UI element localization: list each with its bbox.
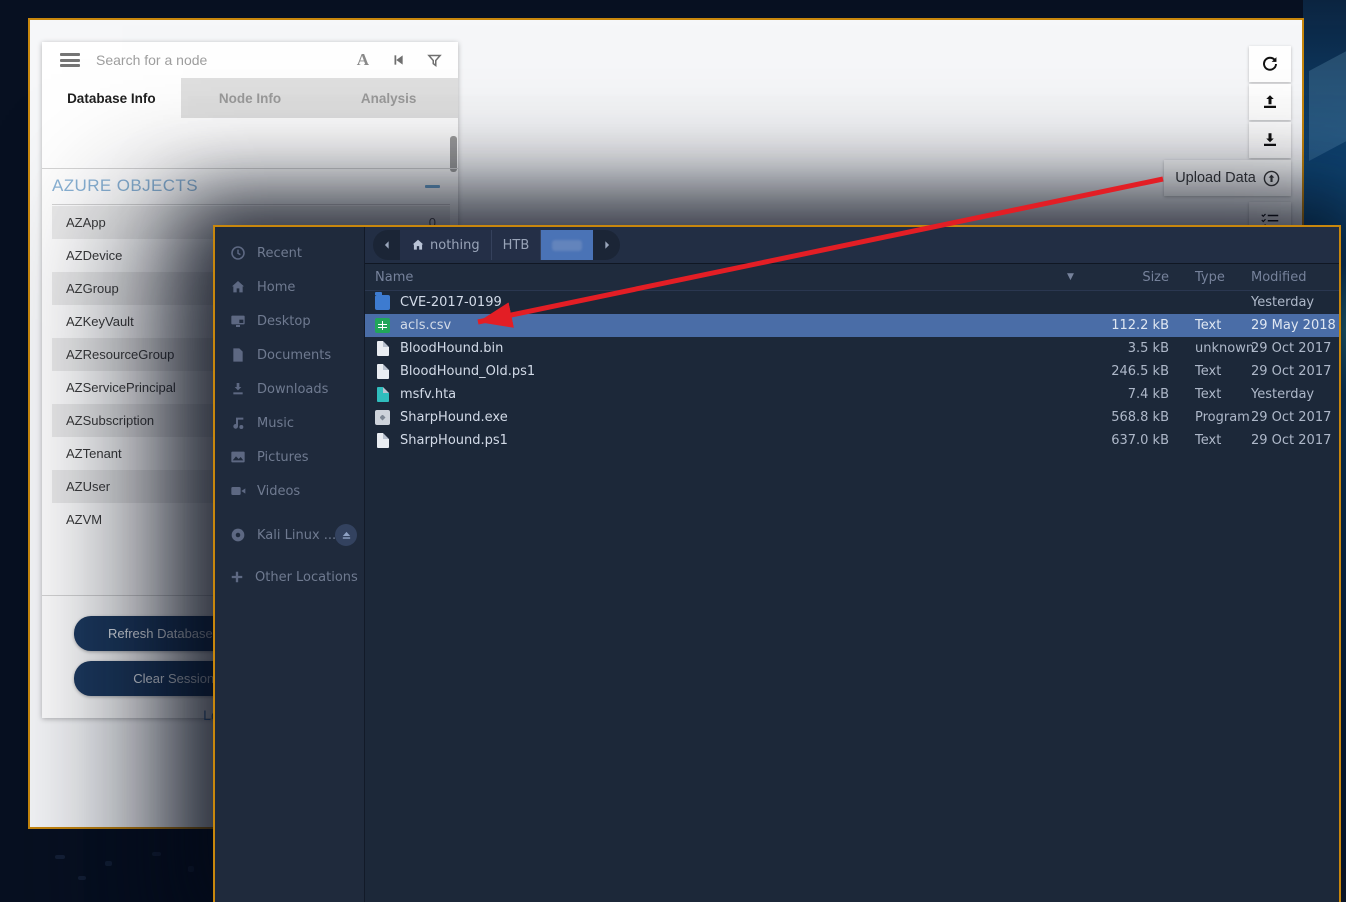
upload-data-button[interactable]: Upload Data — [1164, 160, 1291, 196]
sidebar-item-kali-linux-volume[interactable]: Kali Linux ... — [215, 518, 364, 552]
file-row-cve-2017-0199[interactable]: CVE-2017-0199 Yesterday — [365, 291, 1339, 314]
breadcrumb-current-folder[interactable] — [541, 230, 593, 260]
recent-icon — [230, 245, 246, 261]
folder-icon — [375, 295, 390, 310]
sidebar-item-documents[interactable]: Documents — [215, 338, 364, 372]
file-icon — [377, 341, 389, 356]
sidebar-item-home[interactable]: Home — [215, 270, 364, 304]
eject-button[interactable] — [335, 524, 357, 546]
download-button[interactable] — [1249, 122, 1291, 158]
file-icon — [377, 364, 389, 379]
chevron-right-icon — [602, 240, 612, 250]
desktop-mark — [152, 852, 161, 856]
sidebar-item-music[interactable]: Music — [215, 406, 364, 440]
file-row-bloodhound-bin[interactable]: BloodHound.bin 3.5 kB unknown 29 Oct 201… — [365, 337, 1339, 360]
downloads-icon — [230, 381, 246, 397]
sidebar-item-downloads[interactable]: Downloads — [215, 372, 364, 406]
download-icon — [1261, 131, 1279, 149]
plus-icon — [230, 570, 244, 584]
desktop-icon — [230, 313, 246, 329]
sidebar-item-recent[interactable]: Recent — [215, 236, 364, 270]
file-row-sharphound-ps1[interactable]: SharpHound.ps1 637.0 kB Text 29 Oct 2017 — [365, 429, 1339, 452]
file-list: CVE-2017-0199 Yesterday acls.csv 112.2 k… — [365, 291, 1339, 902]
upload-icon — [1261, 93, 1279, 111]
documents-icon — [230, 347, 246, 363]
filter-icon[interactable] — [427, 53, 442, 68]
tab-database-info[interactable]: Database Info — [42, 78, 181, 118]
redacted-folder-name — [552, 240, 582, 251]
videos-icon — [230, 483, 246, 499]
sidebar-item-desktop[interactable]: Desktop — [215, 304, 364, 338]
file-icon — [377, 387, 389, 402]
wallpaper-shape — [1309, 39, 1346, 161]
search-input[interactable] — [94, 51, 294, 69]
sort-descending-icon[interactable]: ▼ — [1067, 272, 1095, 282]
menu-icon[interactable] — [60, 53, 80, 67]
music-icon — [230, 415, 246, 431]
executable-icon — [375, 410, 390, 425]
sidebar-item-pictures[interactable]: Pictures — [215, 440, 364, 474]
search-bar: A — [42, 42, 458, 78]
eject-icon — [341, 530, 352, 541]
file-list-header: Name ▼ Size Type Modified — [365, 264, 1339, 291]
sidebar-item-videos[interactable]: Videos — [215, 474, 364, 508]
home-icon — [411, 238, 425, 252]
panel-scrollbar[interactable] — [450, 136, 457, 172]
tab-analysis[interactable]: Analysis — [319, 78, 458, 118]
divider — [52, 204, 450, 205]
divider — [42, 168, 458, 169]
file-row-acls-csv[interactable]: acls.csv 112.2 kB Text 29 May 2018 — [365, 314, 1339, 337]
desktop-mark — [55, 855, 65, 859]
dialog-path-bar: nothing HTB — [365, 227, 1339, 264]
collapse-icon[interactable] — [425, 185, 440, 188]
breadcrumb: nothing HTB — [373, 230, 620, 260]
azure-objects-title: AZURE OBJECTS — [52, 176, 198, 196]
disc-icon — [230, 527, 246, 543]
tab-bar: Database Info Node Info Analysis — [42, 78, 458, 118]
file-row-sharphound-exe[interactable]: SharpHound.exe 568.8 kB Program 29 Oct 2… — [365, 406, 1339, 429]
column-header-type[interactable]: Type — [1169, 270, 1239, 285]
desktop-mark — [78, 876, 86, 880]
refresh-button[interactable] — [1249, 46, 1291, 82]
column-header-modified[interactable]: Modified — [1239, 270, 1339, 285]
file-icon — [377, 433, 389, 448]
pathfinding-icon[interactable]: A — [357, 50, 369, 70]
dialog-sidebar: Recent Home Desktop Documents Downloads … — [215, 227, 365, 902]
desktop-mark — [188, 866, 194, 872]
file-chooser-dialog: Recent Home Desktop Documents Downloads … — [213, 225, 1341, 902]
sidebar-item-other-locations[interactable]: Other Locations — [215, 560, 364, 594]
breadcrumb-htb[interactable]: HTB — [492, 230, 542, 260]
column-header-size[interactable]: Size — [1095, 270, 1169, 285]
refresh-icon — [1261, 55, 1279, 73]
breadcrumb-forward-button[interactable] — [593, 230, 620, 260]
breadcrumb-back-button[interactable] — [373, 230, 400, 260]
column-header-name[interactable]: Name — [365, 270, 1067, 285]
chevron-left-icon — [382, 240, 392, 250]
pictures-icon — [230, 449, 246, 465]
desktop-mark — [105, 861, 112, 866]
breadcrumb-home[interactable]: nothing — [400, 230, 492, 260]
back-icon[interactable] — [391, 53, 405, 67]
tab-node-info[interactable]: Node Info — [181, 78, 320, 118]
upload-circle-icon — [1263, 170, 1280, 187]
home-icon — [230, 279, 246, 295]
upload-button[interactable] — [1249, 84, 1291, 120]
file-row-bloodhound-old-ps1[interactable]: BloodHound_Old.ps1 246.5 kB Text 29 Oct … — [365, 360, 1339, 383]
file-row-msfv-hta[interactable]: msfv.hta 7.4 kB Text Yesterday — [365, 383, 1339, 406]
spreadsheet-icon — [375, 318, 390, 333]
